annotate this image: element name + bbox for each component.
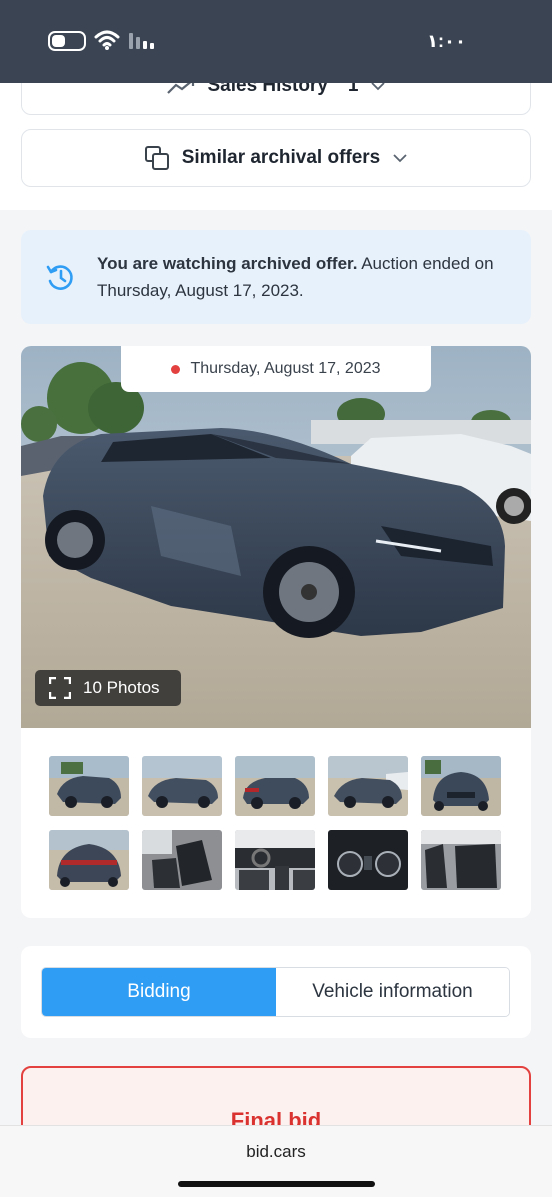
- copy-icon: [144, 146, 169, 170]
- photo-gallery: Thursday, August 17, 2023 10 Photos: [21, 346, 531, 918]
- final-bid-label: Final bid: [230, 1108, 322, 1125]
- notice-text: You are watching archived offer. Auction…: [97, 250, 517, 304]
- trend-icon: [166, 83, 194, 94]
- view-photos-button[interactable]: 10 Photos: [35, 670, 181, 706]
- notice-bold: You are watching archived offer.: [97, 254, 358, 273]
- wifi-icon: [94, 30, 120, 50]
- sales-history-label: Sales History: [207, 83, 328, 96]
- thumbnail-interior-front-seats[interactable]: [142, 830, 222, 890]
- final-bid-card: Final bid: [21, 1066, 531, 1125]
- url-label[interactable]: bid.cars: [0, 1142, 552, 1162]
- photos-count-label: 10 Photos: [83, 678, 160, 697]
- thumbnail-dashboard[interactable]: [235, 830, 315, 890]
- auction-date: Thursday, August 17, 2023: [190, 360, 381, 377]
- home-indicator[interactable]: [178, 1181, 375, 1187]
- thumbnail-exterior-rear-left[interactable]: [235, 756, 315, 816]
- tab-bidding[interactable]: Bidding: [42, 968, 276, 1016]
- thumbnail-exterior-front[interactable]: [421, 756, 501, 816]
- status-time: ١:٠٠: [427, 31, 466, 51]
- status-dot: [171, 364, 181, 374]
- auction-date-pill: Thursday, August 17, 2023: [121, 346, 431, 392]
- history-icon: [46, 265, 73, 290]
- thumbnail-exterior-rear-right[interactable]: [328, 756, 408, 816]
- tabs-card: Bidding Vehicle information: [21, 946, 531, 1038]
- fullscreen-icon: [49, 677, 71, 699]
- sales-history-toggle[interactable]: Sales History 1: [21, 83, 531, 115]
- cellular-signal-icon: [129, 33, 154, 49]
- chevron-down-icon: [393, 154, 407, 163]
- thumbnail-grid: [49, 756, 505, 890]
- archived-offer-notice: You are watching archived offer. Auction…: [21, 230, 531, 324]
- similar-offers-label: Similar archival offers: [181, 147, 381, 168]
- tab-bar: Bidding Vehicle information: [41, 967, 510, 1017]
- thumbnail-rear-seats[interactable]: [421, 830, 501, 890]
- sales-history-count: 1: [347, 83, 359, 96]
- page-content[interactable]: Sales History 1 Similar archival offers …: [0, 83, 552, 1125]
- tab-vehicle-information[interactable]: Vehicle information: [276, 968, 509, 1016]
- thumbnail-exterior-side[interactable]: [142, 756, 222, 816]
- browser-bottom-bar: bid.cars: [0, 1125, 552, 1197]
- chevron-down-icon: [371, 83, 386, 91]
- thumbnail-exterior-front-left[interactable]: [49, 756, 129, 816]
- thumbnail-instrument-cluster[interactable]: [328, 830, 408, 890]
- thumbnail-exterior-rear[interactable]: [49, 830, 129, 890]
- battery-icon: [48, 31, 86, 51]
- similar-offers-toggle[interactable]: Similar archival offers: [21, 129, 531, 187]
- status-bar: ١:٠٠: [0, 0, 552, 83]
